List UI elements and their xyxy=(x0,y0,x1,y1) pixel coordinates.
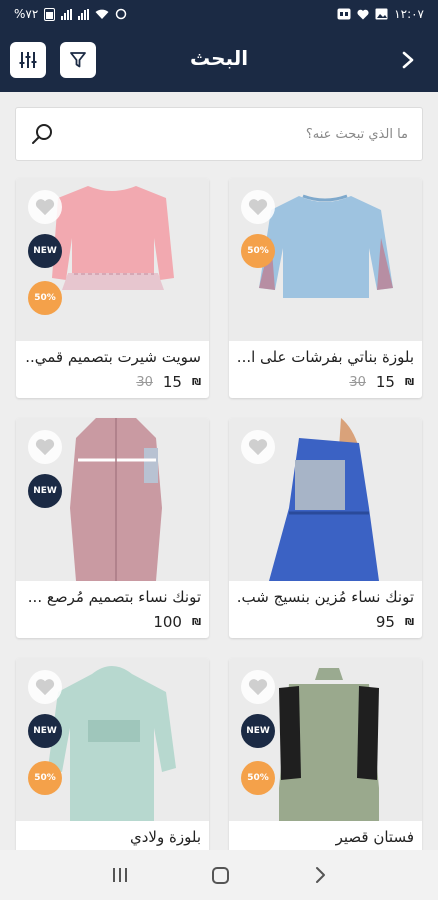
app-header: البحث xyxy=(0,28,438,92)
product-name[interactable]: سويت شيرت بتصميم قمي... xyxy=(24,348,201,366)
product-name[interactable]: تونك نساء بتصميم مُرصع ... xyxy=(24,588,201,606)
heart-icon xyxy=(35,439,55,456)
product-card[interactable]: NEW 50% سويت شيرت بتصميم قمي... ₪ 15 30 xyxy=(16,178,209,398)
new-badge: NEW xyxy=(241,714,275,748)
currency: ₪ xyxy=(191,376,201,388)
battery-percent: %٧٢ xyxy=(14,7,39,21)
clock: ١٢:٠٧ xyxy=(394,7,424,21)
product-price: ₪ 95 xyxy=(237,613,414,631)
currency: ₪ xyxy=(404,376,414,388)
currency: ₪ xyxy=(191,616,201,628)
old-price: 30 xyxy=(349,374,366,390)
favorite-button[interactable] xyxy=(28,670,62,704)
notification-icon xyxy=(337,8,351,20)
product-name[interactable]: تونك نساء مُزين بنسيج شب... xyxy=(237,588,414,606)
heart-icon xyxy=(35,679,55,696)
status-left: %٧٢ xyxy=(14,7,127,21)
product-card[interactable]: NEW 50% بلوزة ولادي xyxy=(16,658,209,878)
product-price: ₪ 100 xyxy=(24,613,201,631)
favorite-button[interactable] xyxy=(241,190,275,224)
product-name[interactable]: بلوزة ولادي xyxy=(24,828,201,846)
sync-icon xyxy=(116,8,127,20)
back-button[interactable] xyxy=(396,46,420,74)
signal-icon xyxy=(61,8,73,20)
discount-badge: 50% xyxy=(28,281,62,315)
favorite-button[interactable] xyxy=(241,430,275,464)
discount-badge: 50% xyxy=(241,234,275,268)
product-card[interactable]: NEW تونك نساء بتصميم مُرصع ... ₪ 100 xyxy=(16,418,209,638)
page-title: البحث xyxy=(189,46,249,70)
new-badge: NEW xyxy=(28,714,62,748)
new-badge: NEW xyxy=(28,474,62,508)
wifi-icon xyxy=(95,9,109,19)
old-price: 30 xyxy=(136,374,153,390)
status-bar: %٧٢ ١٢:٠٧ xyxy=(0,0,438,28)
home-button[interactable] xyxy=(211,866,229,884)
status-right: ١٢:٠٧ xyxy=(337,7,424,21)
system-nav-bar xyxy=(0,850,438,900)
product-price: ₪ 15 30 xyxy=(24,373,201,391)
search-bar[interactable]: ما الذي تبحث عنه؟ xyxy=(15,107,423,161)
heart-icon xyxy=(248,199,268,216)
search-input[interactable]: ما الذي تبحث عنه؟ xyxy=(306,127,408,142)
discount-badge: 50% xyxy=(241,761,275,795)
price-value: 15 xyxy=(162,373,182,391)
image-icon xyxy=(375,8,388,20)
search-icon[interactable] xyxy=(30,122,54,146)
heart-icon xyxy=(35,199,55,216)
product-price: ₪ 15 30 xyxy=(237,373,414,391)
favorite-button[interactable] xyxy=(28,430,62,464)
discount-badge: 50% xyxy=(28,761,62,795)
favorite-button[interactable] xyxy=(241,670,275,704)
recents-button[interactable] xyxy=(112,868,127,882)
price-value: 15 xyxy=(375,373,395,391)
product-name[interactable]: بلوزة بناتي بفرشات على ا... xyxy=(237,348,414,366)
heart-status-icon xyxy=(357,9,369,19)
back-nav-icon[interactable] xyxy=(314,866,326,884)
price-value: 95 xyxy=(375,613,395,631)
favorite-button[interactable] xyxy=(28,190,62,224)
price-value: 100 xyxy=(153,613,182,631)
chevron-right-icon xyxy=(402,51,414,69)
heart-icon xyxy=(248,679,268,696)
product-card[interactable]: NEW 50% فستان قصير xyxy=(229,658,422,878)
heart-icon xyxy=(248,439,268,456)
new-badge: NEW xyxy=(28,234,62,268)
signal-icon-2 xyxy=(78,8,90,20)
product-name[interactable]: فستان قصير xyxy=(237,828,414,846)
product-card[interactable]: تونك نساء مُزين بنسيج شب... ₪ 95 xyxy=(229,418,422,638)
currency: ₪ xyxy=(404,616,414,628)
product-card[interactable]: 50% بلوزة بناتي بفرشات على ا... ₪ 15 30 xyxy=(229,178,422,398)
battery-icon xyxy=(44,7,56,21)
